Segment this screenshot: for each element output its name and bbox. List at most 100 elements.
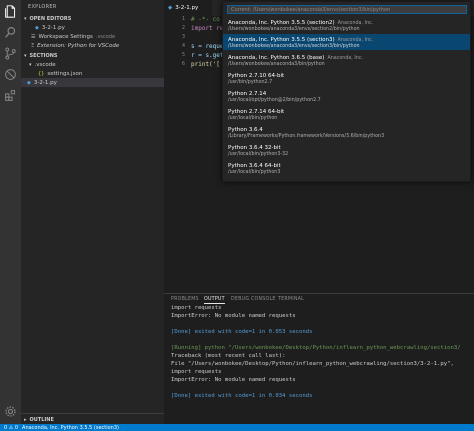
option-detail: /usr/local/opt/python@2/bin/python2.7 xyxy=(228,97,321,103)
folder-item[interactable]: ▾ .vscode xyxy=(21,60,164,69)
quickpick-input[interactable]: Current: /Users/wonbokee/anaconda3/envs/… xyxy=(227,5,467,14)
option-detail: /usr/local/bin/python3 xyxy=(228,169,281,175)
output-line: ImportError: No module named requests xyxy=(171,313,296,319)
file-item[interactable]: {} settings.json xyxy=(21,69,164,78)
option-label: Anaconda, Inc. Python 3.6.5 (base) xyxy=(228,54,325,61)
line-number: 5 xyxy=(181,52,185,58)
line-number: 3 xyxy=(181,34,185,40)
interpreter-quickpick: Current: /Users/wonbokee/anaconda3/envs/… xyxy=(222,1,471,182)
line-number: 6 xyxy=(181,61,185,67)
option-detail: /Library/Frameworks/Python.framework/Ver… xyxy=(228,133,385,139)
quickpick-placeholder: Current: /Users/wonbokee/anaconda3/envs/… xyxy=(231,6,391,13)
outline-label: OUTLINE xyxy=(29,416,54,423)
debug-icon[interactable] xyxy=(3,67,18,82)
open-editor-item[interactable]: Ξ Extension: Python for VSCode xyxy=(21,41,164,50)
option-detail: /Users/wonbokee/anaconda3/bin/python xyxy=(228,61,325,67)
open-editor-item[interactable]: ◆ 3-2-1.py xyxy=(21,23,164,32)
interpreter-option[interactable]: Anaconda, Inc. Python 3.5.5 (section2) An… xyxy=(223,17,470,33)
option-desc: Anaconda, Inc. xyxy=(337,20,374,26)
option-label: Anaconda, Inc. Python 3.5.5 (section2) xyxy=(228,19,335,26)
output-panel: PROBLEMS OUTPUT DEBUG CONSOLE TERMINAL i… xyxy=(164,293,474,424)
chevron-down-icon: ▾ xyxy=(24,52,27,59)
open-editors-label: OPEN EDITORS xyxy=(29,15,72,22)
output-line: File "/Users/wonbokee/Desktop/Python/inf… xyxy=(171,361,454,367)
interpreter-option[interactable]: Python 2.7.14 /usr/local/opt/python@2/bi… xyxy=(223,88,470,104)
interpreter-option[interactable]: Python 2.7.10 64-bit /usr/bin/python2.7 xyxy=(223,70,470,86)
code-line[interactable]: 1 # -*- co xyxy=(164,15,220,23)
option-detail: /usr/bin/python2.7 xyxy=(228,79,273,85)
chevron-down-icon: ▾ xyxy=(29,61,32,68)
file-item[interactable]: ◆ 3-2-1.py xyxy=(21,78,164,87)
open-editor-item[interactable]: ☰ Workspace Settings .vscode xyxy=(21,32,164,41)
interpreter-option[interactable]: Python 2.7.14 64-bit /usr/local/bin/pyth… xyxy=(223,106,470,122)
explorer-sidebar: EXPLORER ▾ OPEN EDITORS ◆ 3-2-1.py ☰ Wor… xyxy=(21,0,164,424)
interpreter-option[interactable]: Python 3.6.4 32-bit /usr/local/bin/pytho… xyxy=(223,142,470,158)
chevron-right-icon: ▸ xyxy=(24,416,27,423)
code-line[interactable]: 5 r = s.get xyxy=(164,51,224,59)
tab-output[interactable]: OUTPUT xyxy=(204,297,225,304)
option-detail: /Users/wonbokee/anaconda3/envs/section3/… xyxy=(228,43,360,49)
problems-indicator[interactable]: 0 ⚠ 0 xyxy=(4,425,18,431)
interpreter-option[interactable]: Anaconda, Inc. Python 3.6.5 (base) Anacon… xyxy=(223,52,470,68)
code-line[interactable]: 3 xyxy=(164,33,191,41)
python-file-icon: ◆ xyxy=(168,5,173,11)
open-editor-desc: .vscode xyxy=(95,33,116,40)
output-line: [Done] exited with code=1 in 0.034 secon… xyxy=(171,393,313,399)
code-text: s = reque xyxy=(191,42,224,50)
files-icon[interactable] xyxy=(3,4,18,19)
line-number: 2 xyxy=(181,25,185,31)
outline-header[interactable]: ▸ OUTLINE xyxy=(21,415,164,424)
output-line: import requests xyxy=(171,369,222,375)
open-editor-label: Workspace Settings xyxy=(38,33,93,40)
option-label: Python 2.7.14 64-bit xyxy=(228,108,285,115)
code-line[interactable]: 2 import re xyxy=(164,24,224,32)
option-label: Python 3.6.4 32-bit xyxy=(228,144,281,151)
extension-icon: Ξ xyxy=(31,42,35,49)
file-label: settings.json xyxy=(47,70,83,77)
file-label: 3-2-1.py xyxy=(33,79,57,86)
python-file-icon: ◆ xyxy=(35,24,39,31)
option-detail: /Users/wonbokee/anaconda3/envs/section2/… xyxy=(228,26,360,32)
sections-header[interactable]: ▾ SECTIONS xyxy=(21,51,164,60)
code-line[interactable]: 4 s = reque xyxy=(164,42,224,50)
interpreter-option-selected[interactable]: Anaconda, Inc. Python 3.5.5 (section3) An… xyxy=(223,34,470,50)
output-line: import requests xyxy=(171,305,222,311)
settings-file-icon: ☰ xyxy=(31,33,36,40)
tab-problems[interactable]: PROBLEMS xyxy=(171,297,199,302)
source-control-icon[interactable] xyxy=(3,46,18,61)
option-label: Python 2.7.14 xyxy=(228,90,267,97)
status-bar: 0 ⚠ 0 Anaconda, Inc. Python 3.5.5 (secti… xyxy=(0,424,474,431)
tab-terminal[interactable]: TERMINAL xyxy=(278,297,304,302)
json-file-icon: {} xyxy=(38,70,45,77)
tab-3-2-1-py[interactable]: ◆ 3-2-1.py xyxy=(164,0,212,16)
option-label: Python 3.6.4 xyxy=(228,126,263,133)
open-editor-label: Extension: Python for VSCode xyxy=(37,42,120,49)
interpreter-option[interactable]: Python 3.6.4 64-bit /usr/local/bin/pytho… xyxy=(223,160,470,176)
code-line[interactable]: 6 print('[ xyxy=(164,60,220,68)
output-line: Traceback (most recent call last): xyxy=(171,353,286,359)
option-detail: /usr/local/bin/python3-32 xyxy=(228,151,289,157)
code-text: r = s.get xyxy=(191,51,224,59)
gear-icon[interactable] xyxy=(3,404,18,419)
output-line: [Running] python "/Users/wonbokee/Deskto… xyxy=(171,345,461,351)
extensions-icon[interactable] xyxy=(3,88,18,103)
code-text: # -*- co xyxy=(191,15,220,23)
code-text: import re xyxy=(191,24,224,32)
search-icon[interactable] xyxy=(3,25,18,40)
option-label: Anaconda, Inc. Python 3.5.5 (section3) xyxy=(228,36,335,43)
interpreter-option[interactable]: Python 3.6.4 /Library/Frameworks/Python.… xyxy=(223,124,470,140)
python-file-icon: ◆ xyxy=(27,79,31,86)
tab-debug-console[interactable]: DEBUG CONSOLE xyxy=(231,297,276,302)
open-editors-header[interactable]: ▾ OPEN EDITORS xyxy=(21,14,164,23)
sections-label: SECTIONS xyxy=(29,52,58,59)
activity-bar xyxy=(0,0,21,424)
option-detail: /usr/local/bin/python xyxy=(228,115,278,121)
line-number: 4 xyxy=(181,43,185,49)
option-label: Python 2.7.10 64-bit xyxy=(228,72,285,79)
python-interpreter-selector[interactable]: Anaconda, Inc. Python 3.5.5 (section3) xyxy=(22,425,119,431)
line-number: 1 xyxy=(181,16,185,22)
option-label: Python 3.6.4 64-bit xyxy=(228,162,281,169)
output-line: [Done] exited with code=1 in 0.053 secon… xyxy=(171,329,313,335)
explorer-title: EXPLORER xyxy=(28,4,57,10)
output-line: ImportError: No module named requests xyxy=(171,377,296,383)
